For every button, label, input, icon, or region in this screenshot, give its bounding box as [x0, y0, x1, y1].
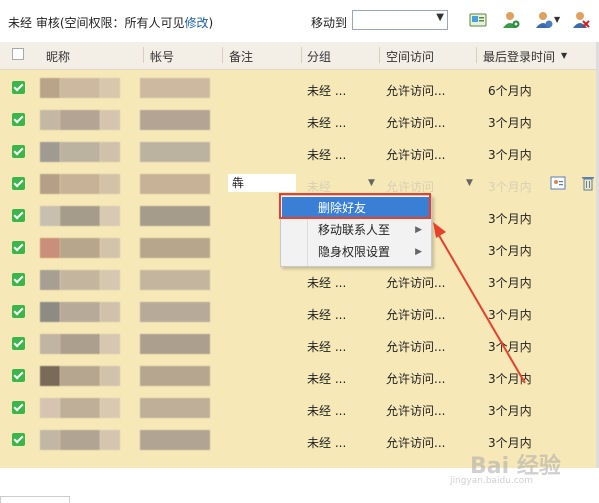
arrow-head-icon [433, 222, 446, 238]
annotation-arrow [433, 222, 526, 384]
watermark-subtext: jingyan.baidu.com [450, 476, 534, 486]
watermark: Bai 经验 jingyan.baidu.com [450, 448, 561, 486]
